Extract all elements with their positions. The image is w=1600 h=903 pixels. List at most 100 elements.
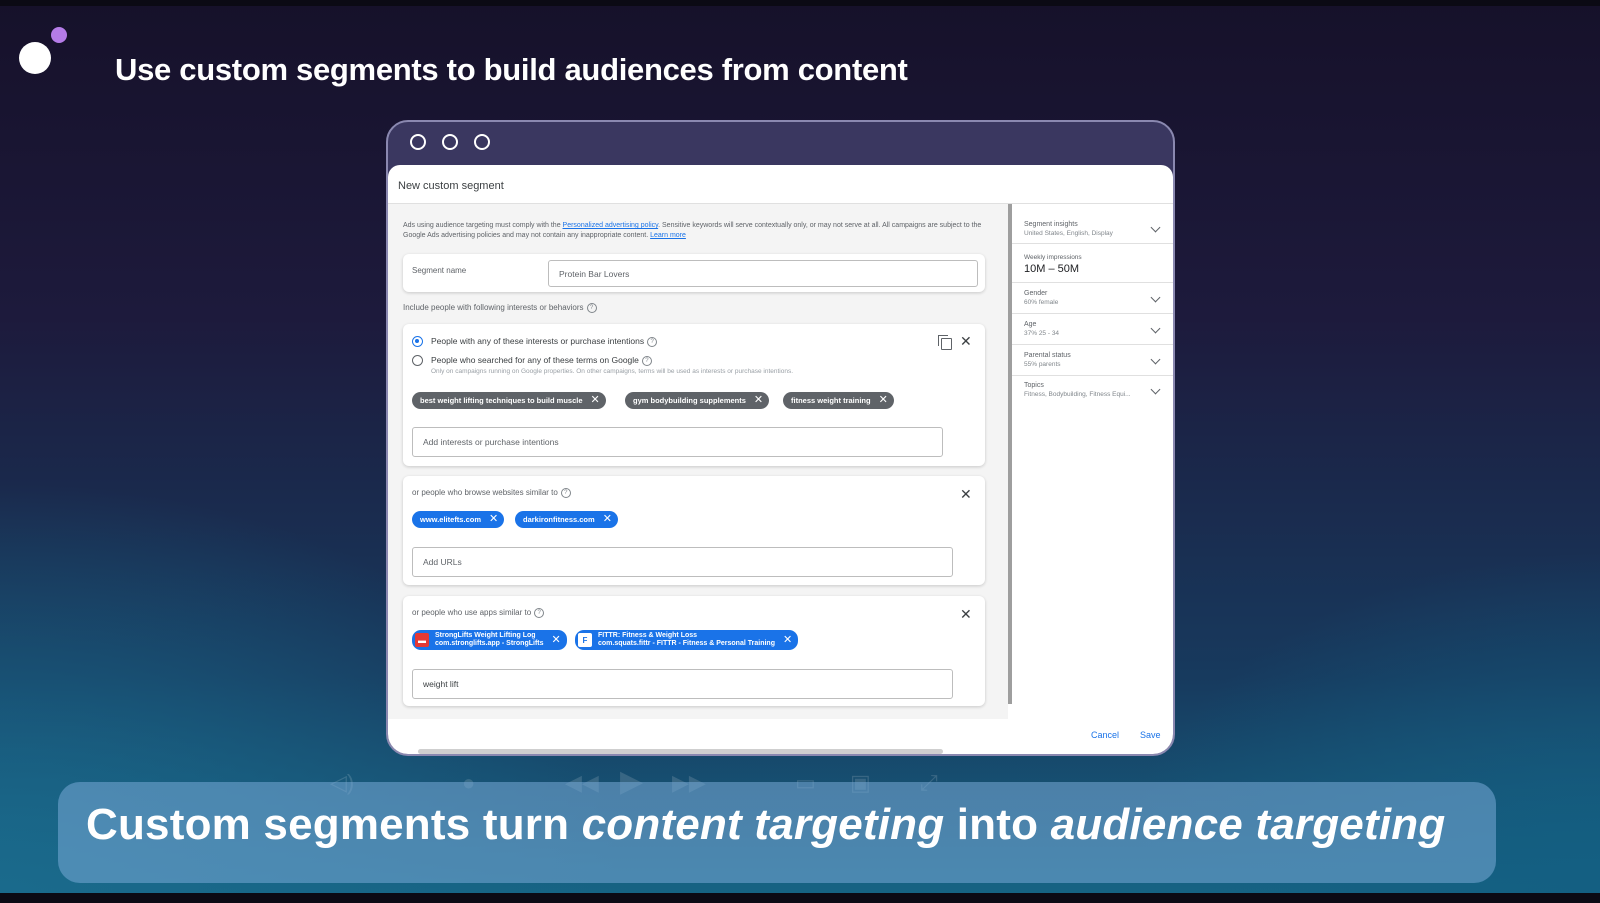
chip-remove-icon[interactable]: ✕ [552,634,561,646]
insight-topics[interactable]: Topics Fitness, Bodybuilding, Fitness Eq… [1012,376,1173,406]
apps-input-value: weight lift [423,679,459,689]
include-label-text: Include people with following interests … [403,303,584,313]
chip-remove-icon[interactable]: ✕ [489,514,498,525]
urls-input[interactable]: Add URLs [412,547,953,577]
app-id: com.stronglifts.app - StrongLifts [435,640,544,647]
app-chip-text: StrongLifts Weight Lifting Log com.strong… [435,632,544,649]
bottom-bar [0,893,1600,903]
include-label: Include people with following interests … [403,303,597,313]
close-icon[interactable]: ✕ [960,487,972,501]
close-icon[interactable]: ✕ [960,607,972,621]
caption-part: Custom segments turn [86,800,582,849]
insight-value: United States, English, Display [1024,230,1113,237]
searched-terms-option: People who searched for any of these ter… [431,355,652,366]
chip-remove-icon[interactable]: ✕ [754,395,763,406]
website-chip[interactable]: www.elitefts.com ✕ [412,511,505,528]
chevron-down-icon[interactable] [1150,384,1161,395]
save-button[interactable]: Save [1140,730,1161,740]
website-chip[interactable]: darkironfitness.com ✕ [515,511,618,528]
chip-label: darkironfitness.com [523,515,595,524]
policy-notice: Ads using audience targeting must comply… [403,221,983,241]
websites-card: or people who browse websites similar to… [403,476,985,585]
apps-input[interactable]: weight lift [412,669,953,699]
segment-name-value: Protein Bar Lovers [559,268,630,279]
policy-link[interactable]: Personalized advertising policy [563,222,659,229]
chip-label: www.elitefts.com [420,515,481,524]
insight-age[interactable]: Age 37% 25 - 34 [1012,314,1173,345]
caption-emphasis: content targeting [581,800,945,849]
interests-placeholder: Add interests or purchase intentions [423,437,559,447]
insight-title: Parental status [1024,352,1071,359]
searched-terms-text: People who searched for any of these ter… [431,355,639,365]
insight-value: 37% 25 - 34 [1024,330,1060,337]
interest-chip[interactable]: fitness weight training ✕ [783,392,894,409]
insight-value: 55% parents [1024,361,1061,368]
help-icon[interactable]: ? [586,303,597,313]
app-chip-text: FITTR: Fitness & Weight Loss com.squats.f… [598,632,775,649]
app-name: StrongLifts Weight Lifting Log [435,631,536,639]
help-icon[interactable]: ? [641,355,652,366]
interest-chip[interactable]: gym bodybuilding supplements ✕ [625,392,770,409]
caption-text: Custom segments turn content targeting i… [86,800,1445,850]
searched-terms-hint: Only on campaigns running on Google prop… [431,368,794,375]
horizontal-scrollbar[interactable] [418,749,943,754]
logo-large-dot [19,42,51,74]
impressions-value: 10M – 50M [1024,263,1080,275]
interests-input[interactable]: Add interests or purchase intentions [412,427,943,457]
caption-bar: Custom segments turn content targeting i… [58,782,1496,883]
dialog: New custom segment Ads using audience ta… [388,165,1173,754]
insight-title: Segment insights [1024,221,1078,228]
caption-part: into [944,800,1051,849]
insight-segment[interactable]: Segment insights United States, English,… [1012,204,1173,244]
insight-title: Weekly impressions [1024,254,1082,261]
window-dot-icon [410,134,426,150]
apps-label: or people who use apps similar to? [412,608,545,618]
barbell-app-icon: ▬ [415,633,429,647]
chip-label: fitness weight training [791,396,871,405]
learn-more-link[interactable]: Learn more [650,232,686,239]
searched-terms-radio[interactable] [412,355,423,366]
interests-option-text: People with any of these interests or pu… [431,336,645,346]
insight-impressions: Weekly impressions 10M – 50M [1012,244,1173,283]
chevron-down-icon[interactable] [1150,323,1161,334]
help-icon[interactable]: ? [560,488,571,498]
app-chip[interactable]: ▬ StrongLifts Weight Lifting Log com.stro… [412,630,567,650]
app-chip[interactable]: F FITTR: Fitness & Weight Loss com.squats… [575,630,799,650]
insight-parental[interactable]: Parental status 55% parents [1012,345,1173,376]
window-dot-icon [474,134,490,150]
dialog-title: New custom segment [398,180,504,192]
insight-value: 60% female [1024,299,1059,306]
insight-gender[interactable]: Gender 60% female [1012,283,1173,314]
websites-label: or people who browse websites similar to… [412,488,571,498]
chip-remove-icon[interactable]: ✕ [879,395,888,406]
copy-icon[interactable] [938,335,952,350]
insights-panel: Segment insights United States, English,… [1012,204,1173,719]
policy-text: Ads using audience targeting must comply… [403,222,563,229]
chevron-down-icon[interactable] [1150,354,1161,365]
insight-title: Topics [1024,382,1044,389]
interest-chip[interactable]: best weight lifting techniques to build … [412,392,606,409]
chip-remove-icon[interactable]: ✕ [591,395,600,406]
segment-name-input[interactable]: Protein Bar Lovers [548,260,978,287]
app-id: com.squats.fittr - FITTR - Fitness & Per… [598,640,775,647]
browser-window: New custom segment Ads using audience ta… [386,120,1175,756]
logo-small-dot [51,27,67,43]
close-icon[interactable]: ✕ [960,334,972,348]
slide-title: Use custom segments to build audiences f… [115,52,908,87]
chip-remove-icon[interactable]: ✕ [603,514,612,525]
chevron-down-icon[interactable] [1150,292,1161,303]
chevron-down-icon[interactable] [1150,222,1161,233]
insight-title: Age [1024,321,1037,328]
segment-editor: Ads using audience targeting must comply… [388,204,1008,719]
chip-label: gym bodybuilding supplements [633,396,746,405]
help-icon[interactable]: ? [534,608,545,618]
interests-radio[interactable] [412,336,423,347]
segment-name-card: Segment name Protein Bar Lovers [403,254,985,292]
chip-remove-icon[interactable]: ✕ [783,634,792,646]
fittr-app-icon: F [578,633,592,647]
interests-option: People with any of these interests or pu… [431,336,658,347]
cancel-button[interactable]: Cancel [1091,730,1119,740]
window-dot-icon [442,134,458,150]
caption-emphasis: audience targeting [1050,800,1446,849]
help-icon[interactable]: ? [647,336,658,347]
